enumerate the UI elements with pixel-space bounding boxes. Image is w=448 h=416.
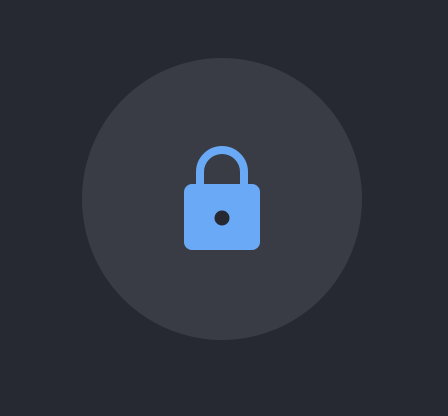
lock-badge xyxy=(82,58,362,340)
lock-icon xyxy=(180,144,264,254)
screen xyxy=(0,0,448,416)
